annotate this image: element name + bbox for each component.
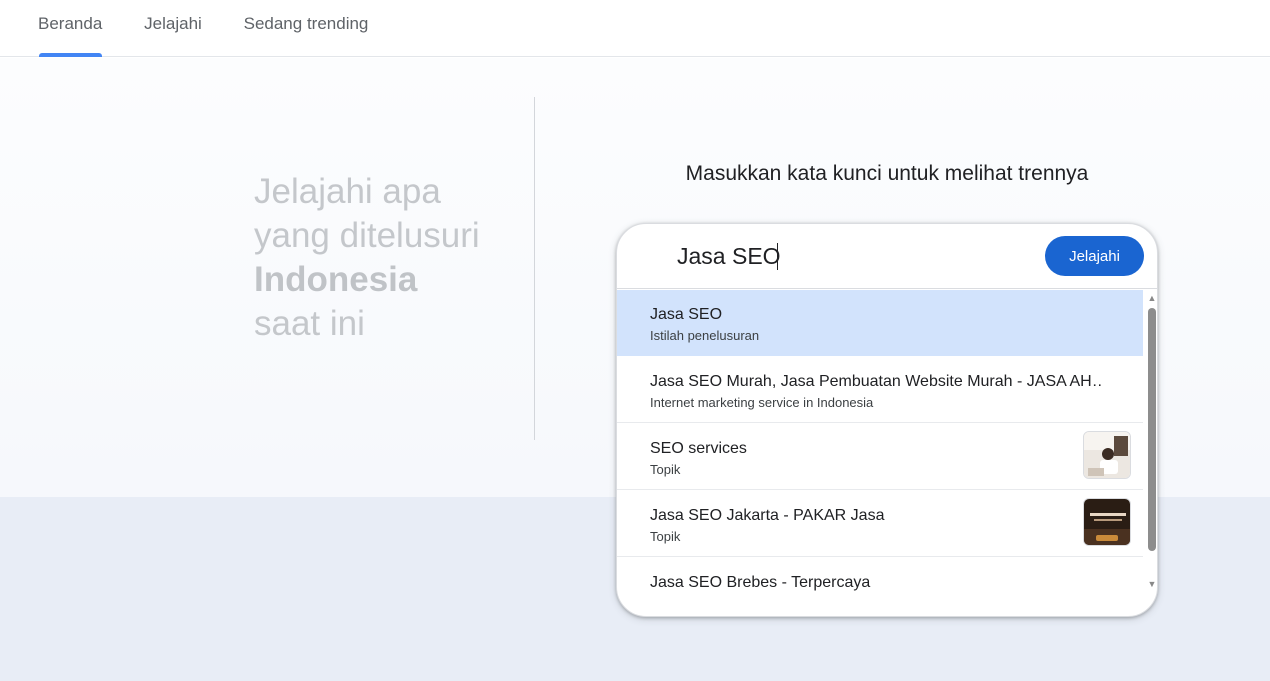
scroll-up-arrow-icon[interactable]: ▲ [1146,292,1157,304]
vertical-divider [534,97,535,440]
tab-jelajahi[interactable]: Jelajahi [143,0,203,57]
top-navigation: Beranda Jelajahi Sedang trending [0,0,1270,57]
suggestion-list: Jasa SEO Istilah penelusuran Jasa SEO Mu… [617,290,1145,616]
suggestion-item[interactable]: SEO services Topik [617,424,1143,490]
suggestion-subtitle: Internet marketing service in Indonesia [650,395,874,410]
tab-sedang-trending-label: Sedang trending [243,14,369,33]
suggestion-subtitle: Topik [650,462,681,477]
suggestion-title: Jasa SEO Jakarta - PAKAR Jasa [650,507,885,524]
scroll-down-arrow-icon[interactable]: ▼ [1146,578,1157,590]
suggestion-title: Jasa SEO Murah, Jasa Pembuatan Website M… [650,373,1102,390]
tab-jelajahi-label: Jelajahi [144,14,202,33]
suggestion-subtitle: Istilah penelusuran [650,328,760,343]
suggestion-subtitle: Topik [650,529,681,544]
hero-tagline: Jelajahi apa yang ditelusuri Indonesia s… [254,170,524,346]
search-input[interactable] [677,238,1017,274]
suggestion-title: Jasa SEO Brebes - Terpercaya [650,574,871,591]
search-prompt: Masukkan kata kunci untuk melihat trenny… [685,162,1089,185]
suggestion-item[interactable]: Jasa SEO Murah, Jasa Pembuatan Website M… [617,357,1143,423]
active-tab-indicator [39,53,102,57]
suggestion-title: SEO services [650,440,747,457]
seo-services-thumbnail [1083,431,1131,479]
suggestion-item[interactable]: Jasa SEO Brebes - Terpercaya [617,558,1143,616]
tagline-line-4: saat ini [254,304,365,343]
search-separator [617,288,1157,289]
suggestion-item[interactable]: Jasa SEO Jakarta - PAKAR Jasa Topik [617,491,1143,557]
scroll-thumb[interactable] [1148,308,1156,551]
pakar-jasa-thumbnail [1083,498,1131,546]
tagline-line-2: yang ditelusuri [254,216,480,255]
tagline-country: Indonesia [254,260,418,299]
suggestion-scrollbar[interactable]: ▲ ▼ [1145,290,1157,596]
tab-sedang-trending[interactable]: Sedang trending [242,0,370,57]
search-box: Jelajahi Jasa SEO Istilah penelusuran Ja… [616,223,1158,617]
suggestion-item[interactable]: Jasa SEO Istilah penelusuran [617,290,1143,356]
tagline-line-1: Jelajahi apa [254,172,441,211]
tab-beranda[interactable]: Beranda [38,0,102,57]
text-caret [777,243,778,270]
suggestion-title: Jasa SEO [650,306,723,323]
explore-button[interactable]: Jelajahi [1045,236,1144,276]
tab-beranda-label: Beranda [38,14,103,33]
